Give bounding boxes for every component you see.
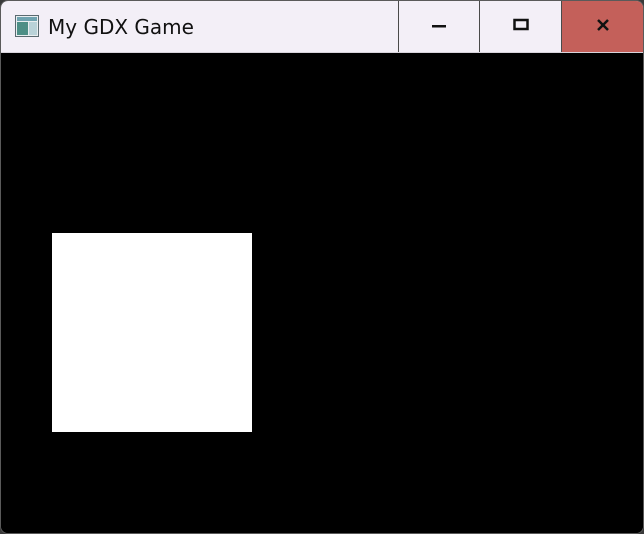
app-window-icon [15, 15, 39, 37]
minimize-button[interactable] [398, 1, 480, 52]
close-button[interactable] [562, 1, 643, 52]
maximize-button[interactable] [480, 1, 562, 52]
close-icon [595, 17, 611, 37]
game-canvas[interactable] [1, 53, 643, 533]
window-title: My GDX Game [48, 15, 194, 39]
minimize-icon [431, 17, 447, 37]
game-window: My GDX Game [0, 0, 644, 534]
title-bar[interactable]: My GDX Game [1, 1, 643, 53]
maximize-icon [512, 17, 529, 37]
white-square-sprite [52, 233, 252, 432]
